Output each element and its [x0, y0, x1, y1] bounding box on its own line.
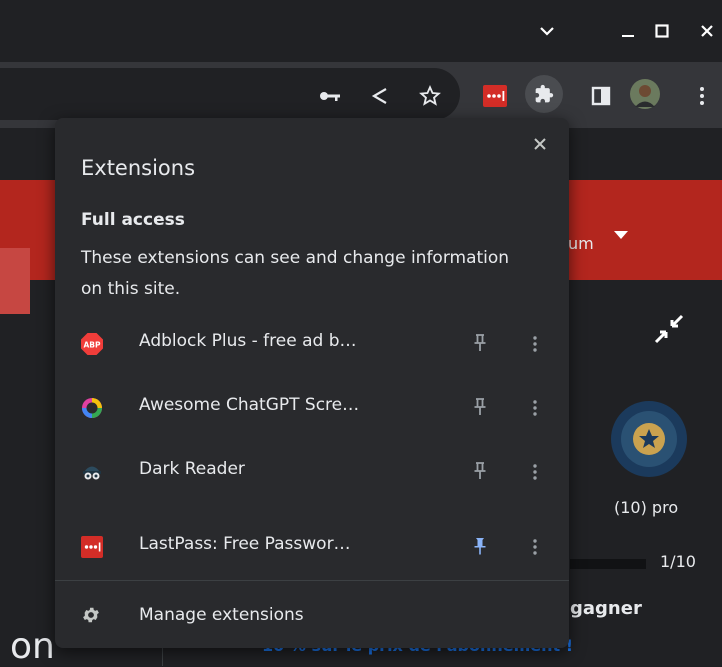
extension-name: Adblock Plus - free ad b… [139, 331, 357, 351]
badge-medal-icon [606, 394, 692, 492]
minimize-icon[interactable] [614, 17, 642, 45]
more-options-icon[interactable] [531, 537, 539, 557]
pin-icon[interactable] [473, 461, 487, 481]
full-access-description: These extensions can see and change info… [81, 248, 510, 299]
extension-name: Dark Reader [139, 459, 245, 479]
close-window-icon[interactable] [693, 17, 721, 45]
pin-icon[interactable] [473, 397, 487, 417]
extension-name: LastPass: Free Passwor… [139, 534, 351, 554]
more-options-icon[interactable] [531, 462, 539, 482]
more-options-icon[interactable] [531, 334, 539, 354]
dropdown-caret-icon[interactable] [614, 224, 628, 243]
gear-icon [81, 605, 101, 625]
svg-text:ABP: ABP [83, 341, 101, 350]
extension-row-adblock-plus[interactable]: ABP Adblock Plus - free ad b… [55, 312, 569, 376]
tab-search-icon[interactable] [533, 17, 561, 45]
adblock-plus-icon: ABP [81, 333, 103, 355]
gagner-text: gagner [570, 598, 642, 619]
extension-row-awesome-chatgpt[interactable]: Awesome ChatGPT Scre… [55, 376, 569, 440]
close-icon[interactable] [533, 132, 547, 156]
progress-bar [570, 559, 646, 569]
manage-extensions-label: Manage extensions [139, 605, 304, 625]
dark-reader-icon [81, 461, 103, 483]
side-panel-icon[interactable] [589, 84, 613, 108]
maximize-icon[interactable] [648, 17, 676, 45]
extension-name: Awesome ChatGPT Scre… [139, 395, 360, 415]
pinned-icon[interactable] [473, 536, 487, 556]
progress-label: 1/10 [660, 552, 696, 571]
key-icon[interactable] [318, 84, 342, 108]
site-search-box[interactable] [0, 248, 30, 314]
awesome-chatgpt-icon [81, 397, 103, 419]
chrome-menu-icon[interactable] [690, 84, 714, 108]
heading-fragment: on [10, 626, 55, 667]
extensions-puzzle-icon[interactable] [525, 75, 563, 113]
lastpass-icon [81, 536, 103, 558]
more-options-icon[interactable] [531, 398, 539, 418]
nav-fragment: um [568, 234, 594, 253]
title-bar [0, 0, 722, 62]
collapse-arrows-icon[interactable] [652, 312, 686, 350]
popup-title: Extensions [81, 156, 196, 180]
bookmark-star-icon[interactable] [418, 84, 442, 108]
lastpass-toolbar-icon[interactable] [483, 84, 507, 108]
share-icon[interactable] [368, 84, 392, 108]
rank-label: (10) pro [614, 498, 679, 517]
extension-row-dark-reader[interactable]: Dark Reader [55, 440, 569, 504]
extension-row-lastpass[interactable]: LastPass: Free Passwor… [55, 515, 569, 579]
full-access-heading: Full access [81, 210, 185, 230]
profile-avatar[interactable] [630, 79, 660, 109]
pin-icon[interactable] [473, 333, 487, 353]
manage-extensions-button[interactable]: Manage extensions [55, 581, 569, 647]
extensions-popup: Extensions Full access These extensions … [55, 118, 569, 648]
